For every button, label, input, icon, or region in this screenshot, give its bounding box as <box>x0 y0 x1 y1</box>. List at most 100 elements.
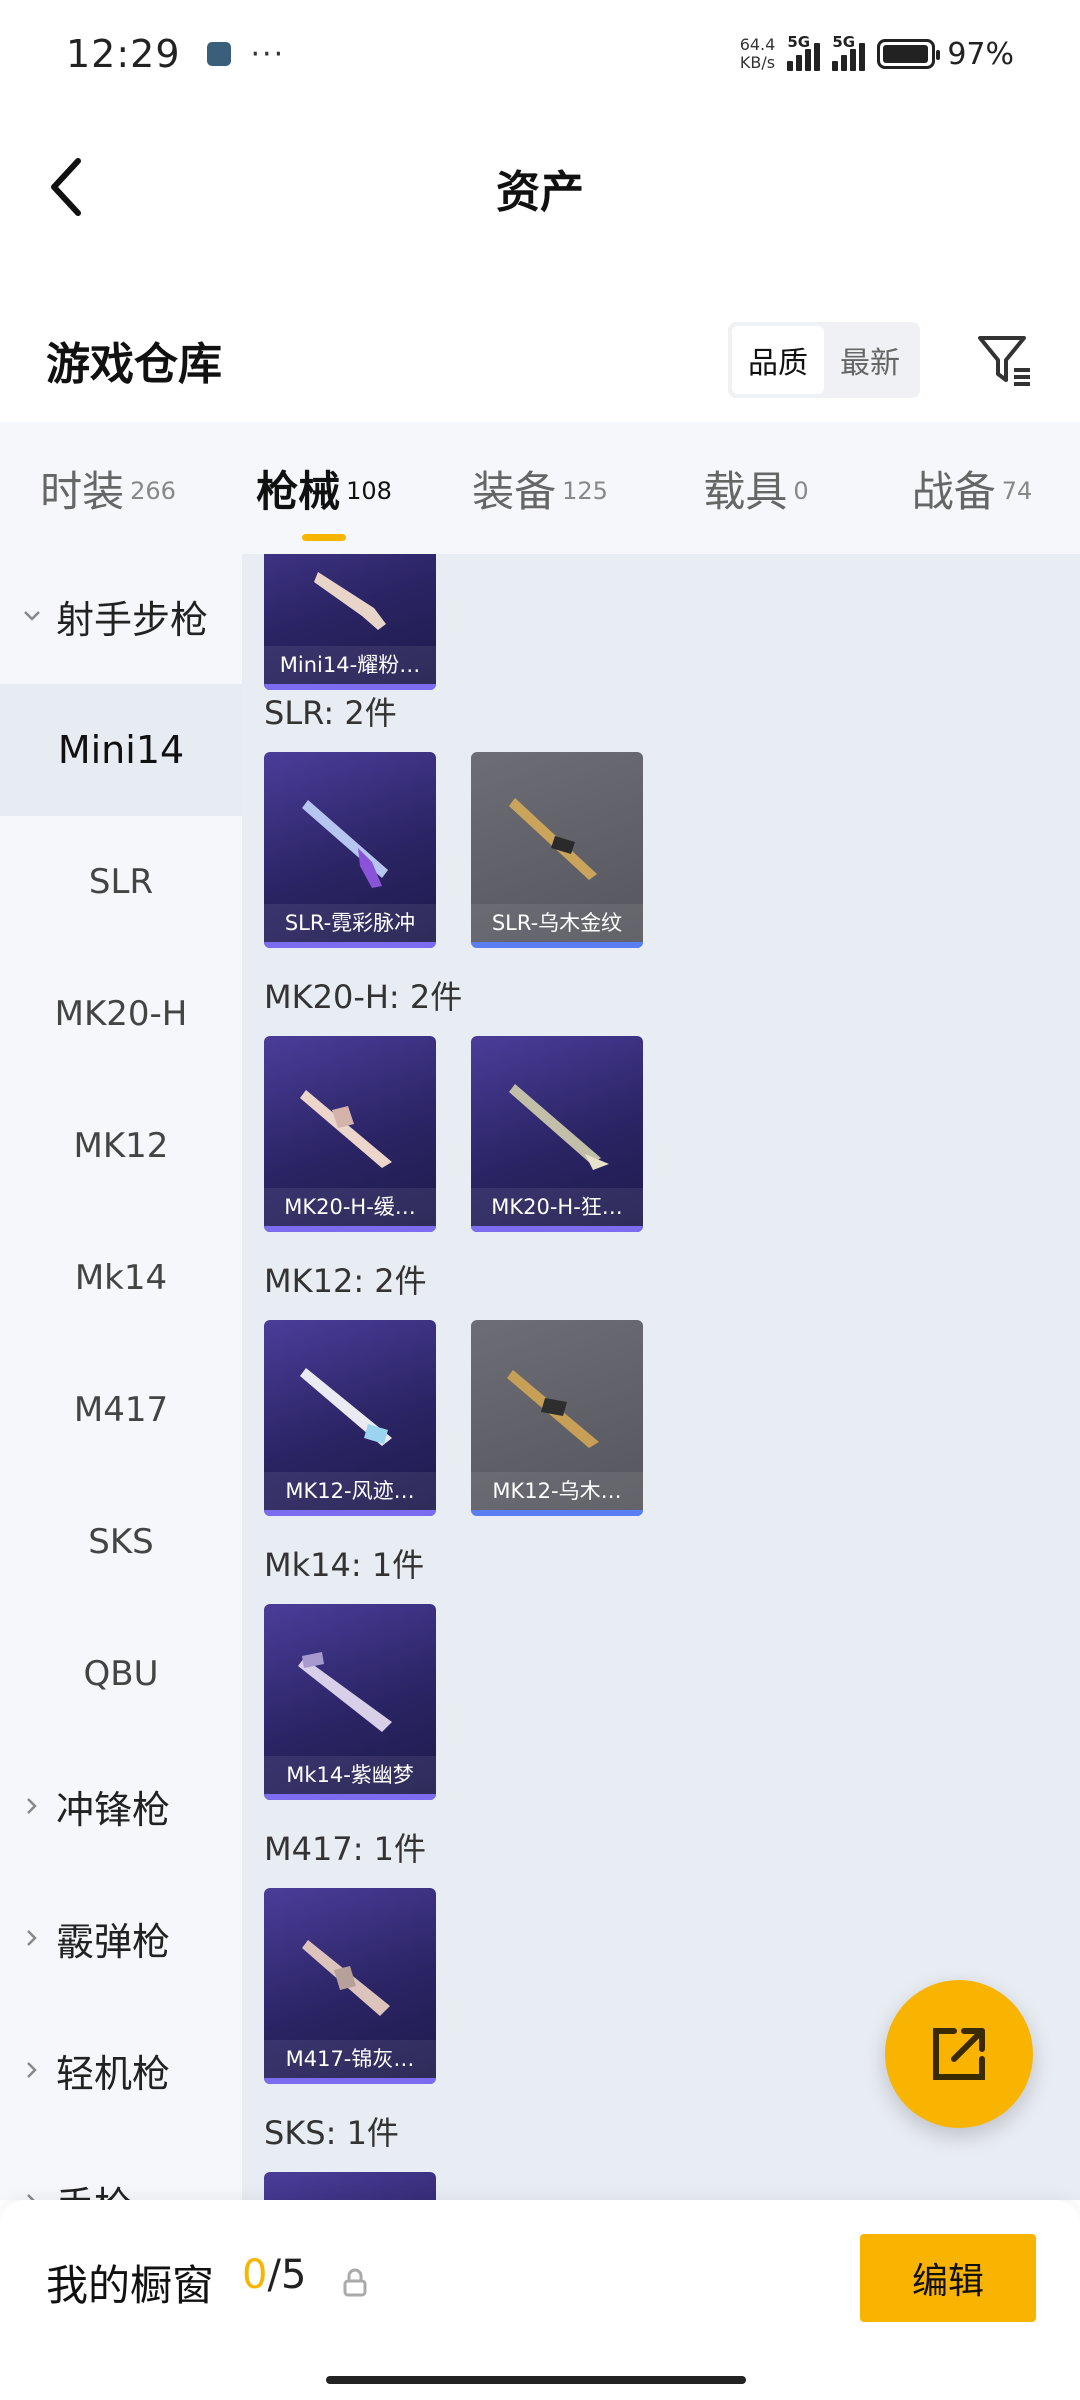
item-card[interactable]: M417-锦灰… <box>264 1888 436 2084</box>
rifle-icon <box>298 1652 392 1732</box>
page-title: 资产 <box>496 167 584 218</box>
network-speed-value: 64.4 <box>739 35 776 54</box>
tab-vehicles[interactable]: 载具 0 <box>648 458 864 519</box>
tab-count: 125 <box>562 477 608 506</box>
group-title: MK20-H: 2件 <box>264 978 463 1016</box>
status-bar: 12:29 ··· 64.4 KB/s 5G 5G 97% <box>0 0 1080 108</box>
item-label: MK20-H-缓… <box>264 1188 436 1226</box>
share-button[interactable] <box>885 1980 1033 2128</box>
warehouse-header: 游戏仓库 品质 最新 <box>0 300 1080 420</box>
sidebar-item-mk12[interactable]: MK12 <box>0 1080 242 1212</box>
group-title: SLR: 2件 <box>264 694 397 732</box>
sort-by-newest[interactable]: 最新 <box>824 326 916 394</box>
signal-label: 5G <box>832 33 856 51</box>
app-header: 资产 <box>0 108 1080 268</box>
rarity-bar <box>264 1794 436 1800</box>
tab-label: 装备 <box>472 466 557 516</box>
sidebar-group-label: 轻机枪 <box>56 2051 171 2096</box>
showcase-title: 我的橱窗 <box>46 2261 215 2310</box>
rarity-bar <box>264 942 436 948</box>
item-label: SLR-乌木金纹 <box>471 904 643 942</box>
item-card[interactable]: MK20-H-狂… <box>471 1036 643 1232</box>
item-label: Mini14-耀粉… <box>264 646 436 684</box>
rifle-icon <box>302 800 388 888</box>
item-card[interactable]: MK12-乌木… <box>471 1320 643 1516</box>
chevron-right-icon <box>27 1930 37 1946</box>
showcase-total: 5 <box>280 2252 307 2298</box>
item-card[interactable]: Mk14-紫幽梦 <box>264 1604 436 1800</box>
item-label: M417-锦灰… <box>264 2040 436 2078</box>
sidebar-group-pistol[interactable]: 手枪 <box>0 2136 242 2200</box>
edit-showcase-button[interactable]: 编辑 <box>860 2234 1036 2322</box>
item-card[interactable] <box>264 2172 436 2200</box>
sidebar-item-mini14[interactable]: Mini14 <box>0 684 242 816</box>
lock-icon <box>343 2268 367 2297</box>
tab-label: 战备 <box>911 466 996 516</box>
sidebar-group-marksman-rifle[interactable]: 射手步枪 <box>0 554 242 684</box>
group-title: MK12: 2件 <box>264 1262 427 1300</box>
group-title: Mk14: 1件 <box>264 1546 425 1584</box>
chevron-right-icon <box>27 2194 35 2200</box>
chevron-down-icon <box>24 611 40 621</box>
item-label: MK12-风迹… <box>264 1472 436 1510</box>
item-card[interactable]: MK12-风迹… <box>264 1320 436 1516</box>
showcase-current: 0 <box>242 2252 268 2298</box>
more-notifications-icon: ··· <box>250 36 286 72</box>
item-card[interactable]: SLR-乌木金纹 <box>471 752 643 948</box>
network-speed: 64.4 KB/s <box>740 36 776 72</box>
rifle-icon <box>300 1090 392 1168</box>
sidebar-group-label: 射手步枪 <box>56 597 209 642</box>
tab-equipment[interactable]: 装备 125 <box>432 458 648 519</box>
rifle-icon <box>509 1084 609 1170</box>
item-card[interactable]: MK20-H-缓… <box>264 1036 436 1232</box>
tab-count: 108 <box>346 477 392 506</box>
battery-percent: 97% <box>947 36 1014 72</box>
signal-strength-icon: 5G <box>832 33 866 71</box>
tab-count: 74 <box>1001 477 1033 506</box>
app-notification-icon <box>206 42 231 66</box>
sidebar-item-m417[interactable]: M417 <box>0 1344 242 1476</box>
share-external-icon <box>933 2028 985 2080</box>
sidebar-group-label: 霰弹枪 <box>56 1919 171 1964</box>
rifle-icon <box>302 1940 390 2016</box>
status-time: 12:29 <box>66 32 181 76</box>
item-card[interactable]: Mini14-耀粉… <box>264 554 436 690</box>
weapon-skin-grid: Mini14-耀粉… SLR: 2件 SLR-霓彩脉冲 SLR-乌木金纹 MK2… <box>242 554 1080 2200</box>
showcase-count: 0/5 <box>242 2252 306 2298</box>
signal-label: 5G <box>787 33 811 51</box>
rarity-bar <box>471 1510 643 1516</box>
rarity-bar <box>264 2078 436 2084</box>
signal-strength-icon: 5G <box>787 33 821 71</box>
group-title: M417: 1件 <box>264 1830 427 1868</box>
sidebar-item-mk20h[interactable]: MK20-H <box>0 948 242 1080</box>
tab-firearms[interactable]: 枪械 108 <box>216 458 432 541</box>
sidebar-item-sks[interactable]: SKS <box>0 1476 242 1608</box>
sidebar-item-mk14[interactable]: Mk14 <box>0 1212 242 1344</box>
rarity-bar <box>264 1226 436 1232</box>
battery-icon <box>877 39 941 69</box>
chevron-right-icon <box>27 2062 37 2078</box>
warehouse-title: 游戏仓库 <box>46 339 222 390</box>
rifle-icon <box>509 798 597 880</box>
sidebar-group-lmg[interactable]: 轻机枪 <box>0 2004 242 2136</box>
rarity-bar <box>264 1510 436 1516</box>
sidebar-item-qbu[interactable]: QBU <box>0 1608 242 1740</box>
tab-label: 时装 <box>40 466 125 516</box>
item-card[interactable]: SLR-霓彩脉冲 <box>264 752 436 948</box>
filter-icon[interactable] <box>974 330 1034 390</box>
back-button[interactable] <box>36 152 96 222</box>
category-tabs: 时装 266 枪械 108 装备 125 载具 0 战备 74 <box>0 422 1080 554</box>
sort-by-quality[interactable]: 品质 <box>732 326 824 394</box>
item-label: MK12-乌木… <box>471 1472 643 1510</box>
item-label: SLR-霓彩脉冲 <box>264 904 436 942</box>
sidebar-group-shotgun[interactable]: 霰弹枪 <box>0 1872 242 2004</box>
network-speed-unit: KB/s <box>739 53 776 72</box>
rifle-icon <box>507 1370 599 1448</box>
home-indicator[interactable] <box>326 2376 746 2384</box>
showcase-bar: 我的橱窗 0/5 编辑 <box>0 2200 1080 2400</box>
tab-fashion[interactable]: 时装 266 <box>0 458 216 519</box>
sidebar-group-smg[interactable]: 冲锋枪 <box>0 1740 242 1872</box>
tab-war-supplies[interactable]: 战备 74 <box>864 458 1080 519</box>
sidebar-item-slr[interactable]: SLR <box>0 816 242 948</box>
status-indicators: 64.4 KB/s 5G 5G 97% <box>740 33 1014 72</box>
